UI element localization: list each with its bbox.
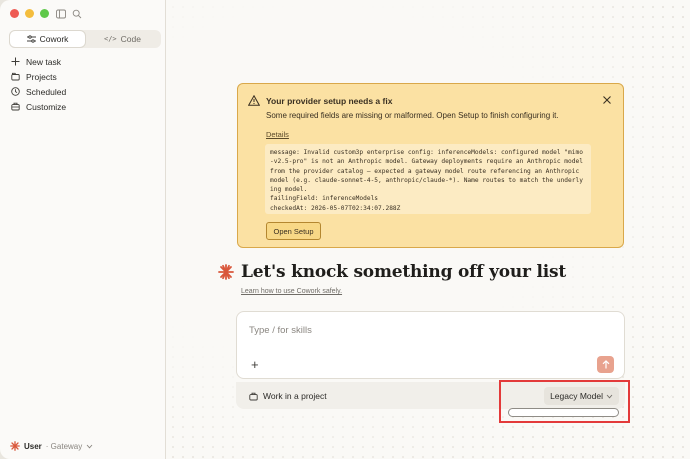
tab-cowork-label: Cowork (39, 34, 69, 44)
sidebar-item-label: Customize (26, 101, 67, 112)
clock-icon (11, 87, 20, 96)
work-in-project-button[interactable]: Work in a project (249, 391, 327, 401)
banner-message: Some required fields are missing or malf… (266, 111, 559, 120)
sidebar-item-label: Projects (26, 71, 57, 82)
arrow-up-icon (602, 360, 609, 369)
sidebar-item-scheduled[interactable]: Scheduled (11, 84, 66, 99)
tab-cowork[interactable]: Cowork (10, 31, 85, 47)
code-icon: </> (104, 35, 117, 43)
prompt-input[interactable]: Type / for skills (249, 325, 312, 336)
tab-code-label: Code (120, 34, 141, 44)
hero: Let's knock something off your list (218, 262, 566, 282)
claude-logo-icon (218, 264, 234, 280)
folder-icon (11, 72, 20, 81)
search-icon[interactable] (72, 8, 82, 19)
banner-title: Your provider setup needs a fix (266, 96, 393, 106)
zoom-window-button[interactable] (40, 9, 49, 18)
chevron-down-icon (86, 444, 93, 448)
setup-warning-banner: Your provider setup needs a fix Some req… (237, 83, 624, 248)
error-details-code: message: Invalid custom3p enterprise con… (265, 144, 591, 214)
user-gateway: · Gateway (45, 441, 83, 451)
briefcase-icon (249, 392, 258, 400)
sidebar-item-label: New task (26, 56, 61, 67)
sidebar-toolbar (56, 8, 82, 19)
sidebar-item-projects[interactable]: Projects (11, 69, 66, 84)
user-menu[interactable]: User · Gateway (10, 441, 93, 451)
close-window-button[interactable] (10, 9, 19, 18)
sidebar-item-new-task[interactable]: New task (11, 54, 66, 69)
user-name: User (24, 441, 42, 451)
sidebar-item-label: Scheduled (26, 86, 67, 97)
send-button[interactable] (597, 356, 614, 373)
plus-icon (11, 57, 20, 66)
minimize-window-button[interactable] (25, 9, 34, 18)
sidebar-toggle-icon[interactable] (56, 8, 66, 19)
open-setup-button[interactable]: Open Setup (266, 222, 321, 240)
sidebar-nav: New task Projects Scheduled Customize (11, 54, 66, 114)
tab-code[interactable]: </> Code (85, 31, 160, 47)
add-attachment-button[interactable]: + (251, 357, 259, 372)
briefcase-icon (11, 102, 20, 111)
sidebar: Cowork </> Code New task Projects Schedu… (0, 0, 166, 459)
warning-icon (248, 95, 260, 106)
mode-switch: Cowork </> Code (9, 30, 161, 48)
sidebar-item-customize[interactable]: Customize (11, 99, 66, 114)
highlight-box (499, 380, 630, 423)
window-controls (10, 9, 49, 18)
composer: Type / for skills + (236, 311, 625, 379)
learn-safety-link[interactable]: Learn how to use Cowork safely. (241, 288, 342, 295)
claude-logo-icon (10, 441, 20, 451)
work-in-project-label: Work in a project (263, 391, 327, 401)
page-title: Let's knock something off your list (241, 262, 567, 282)
details-link[interactable]: Details (266, 130, 289, 139)
sliders-icon (26, 35, 36, 43)
main-area: Your provider setup needs a fix Some req… (166, 0, 690, 459)
close-icon[interactable] (602, 95, 612, 105)
